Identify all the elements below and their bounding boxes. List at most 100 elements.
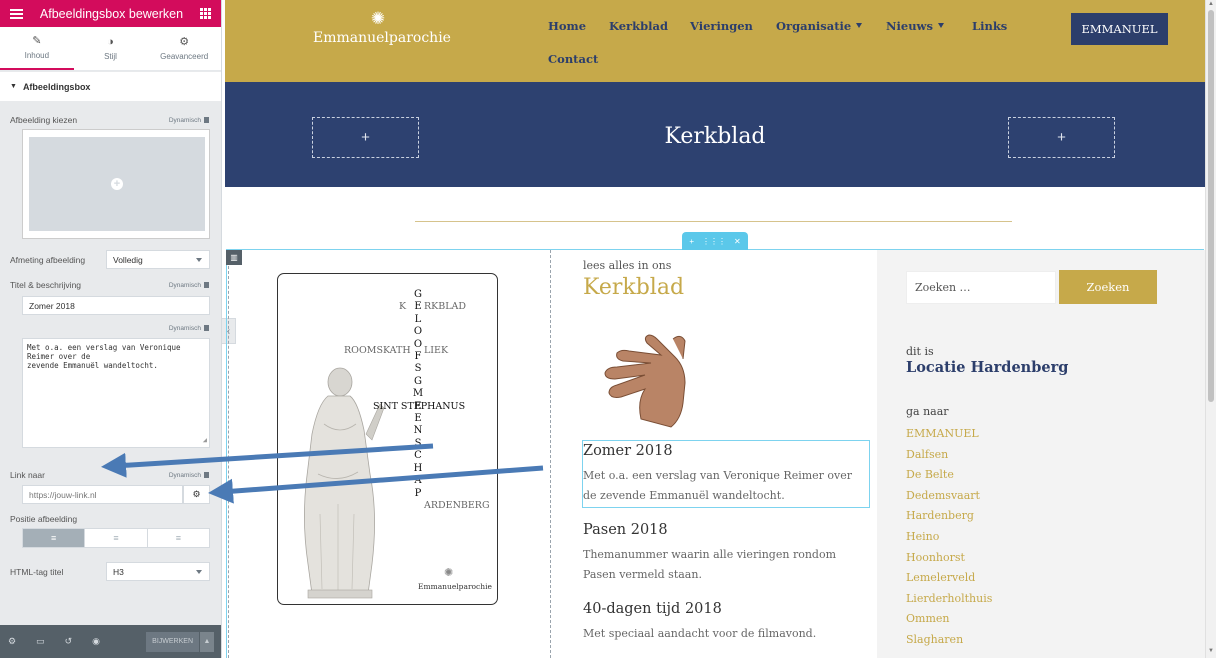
- post-title[interactable]: Zomer 2018: [583, 443, 673, 459]
- magazine-cover[interactable]: G E L O O F S G M E E N S C H A P K RKBL…: [277, 273, 498, 605]
- saint-statue-image: [304, 367, 385, 599]
- responsive-icon[interactable]: ▭: [36, 636, 45, 647]
- link-input[interactable]: https://jouw-link.nl: [22, 485, 183, 504]
- chevron-up-icon[interactable]: ▲: [200, 631, 214, 652]
- cover-word-hardenberg: ARDENBERG: [424, 500, 490, 511]
- image-position-label: Positie afbeelding: [10, 514, 78, 524]
- tab-inhoud[interactable]: ✎ Inhoud: [0, 27, 74, 70]
- post-text: Met speciaal aandacht voor de filmavond.: [583, 627, 817, 640]
- description-textarea[interactable]: Met o.a. een verslag van Veronique Reime…: [22, 338, 210, 448]
- scroll-thumb[interactable]: [1208, 10, 1214, 402]
- nav-organisatie[interactable]: Organisatie: [776, 19, 863, 33]
- nav-nieuws[interactable]: Nieuws: [886, 19, 944, 33]
- widgets-grid-icon[interactable]: [200, 8, 211, 19]
- sun-logo-icon: ✺: [444, 567, 454, 579]
- database-icon: [204, 117, 209, 123]
- pencil-icon: ✎: [32, 35, 42, 47]
- update-button[interactable]: BIJWERKEN: [146, 631, 199, 652]
- location-link[interactable]: Heino: [906, 527, 992, 548]
- letter: A: [414, 475, 422, 487]
- sun-logo-icon: ✺: [370, 9, 386, 29]
- nav-contact[interactable]: Contact: [548, 52, 598, 66]
- menu-icon[interactable]: [10, 8, 23, 19]
- nav-vieringen[interactable]: Vieringen: [690, 19, 753, 33]
- tab-label: Stijl: [104, 52, 117, 61]
- location-link[interactable]: Hoonhorst: [906, 548, 992, 569]
- link-placeholder: https://jouw-link.nl: [29, 489, 97, 500]
- location-link[interactable]: Dedemsvaart: [906, 486, 992, 507]
- site-logo[interactable]: ✺ Emmanuelparochie: [313, 9, 451, 46]
- location-link[interactable]: Hardenberg: [906, 506, 992, 527]
- location-link[interactable]: De Belte: [906, 465, 992, 486]
- align-top-button[interactable]: ≡: [84, 529, 147, 547]
- location-link[interactable]: Dalfsen: [906, 445, 992, 466]
- search-placeholder: Zoeken …: [915, 281, 971, 294]
- scroll-down-icon[interactable]: ▼: [1208, 648, 1214, 654]
- nav-links[interactable]: Links: [972, 19, 1007, 33]
- vertical-word: G E L O O F S G M E E N S C H A P: [412, 289, 424, 500]
- section-toggle-afbeeldingsbox[interactable]: ▼ Afbeeldingsbox: [0, 72, 221, 101]
- letter: F: [414, 351, 422, 363]
- nav-home[interactable]: Home: [548, 19, 586, 33]
- preview-eye-icon[interactable]: ◉: [92, 636, 100, 647]
- align-right-icon: ≡: [175, 533, 181, 543]
- html-tag-select[interactable]: H3: [106, 562, 210, 581]
- page-scrollbar[interactable]: ▲ ▼: [1205, 0, 1216, 658]
- intro-heading: Kerkblad: [583, 275, 685, 300]
- history-icon[interactable]: ↺: [65, 636, 73, 647]
- location-link[interactable]: Lierderholthuis: [906, 589, 992, 610]
- dynamic-tag-button[interactable]: Dynamisch: [169, 282, 209, 289]
- html-tag-label: HTML-tag titel: [10, 567, 64, 577]
- post-title[interactable]: Pasen 2018: [583, 522, 668, 538]
- add-element-dropzone-right[interactable]: +: [1008, 117, 1115, 158]
- search-input[interactable]: Zoeken …: [906, 271, 1056, 304]
- location-link[interactable]: Slagharen: [906, 630, 992, 651]
- letter: E: [414, 301, 422, 313]
- html-tag-value: H3: [113, 566, 124, 577]
- location-link[interactable]: Ommen: [906, 609, 992, 630]
- drag-handle-icon[interactable]: ⋮⋮⋮: [702, 237, 726, 246]
- tab-geavanceerd[interactable]: ⚙ Geavanceerd: [147, 27, 221, 70]
- post-title[interactable]: 40-dagen tijd 2018: [583, 601, 722, 617]
- dynamic-label: Dynamisch: [168, 325, 201, 332]
- plus-icon: +: [1057, 129, 1066, 146]
- link-options-button[interactable]: ⚙: [183, 485, 210, 504]
- location-link[interactable]: Lemelerveld: [906, 568, 992, 589]
- post-text: Met o.a. een verslag van Veronique Reime…: [583, 469, 853, 502]
- dynamic-tag-button[interactable]: Dynamisch: [169, 472, 209, 479]
- delete-section-icon[interactable]: ✕: [734, 237, 741, 246]
- dynamic-tag-button[interactable]: Dynamisch: [169, 117, 209, 124]
- gear-icon: ⚙: [179, 36, 190, 48]
- nav-label: Organisatie: [776, 19, 852, 33]
- contrast-icon: ◑: [107, 36, 114, 48]
- column-handle[interactable]: ▥: [226, 250, 242, 265]
- panel-header: Afbeeldingsbox bewerken: [0, 0, 221, 27]
- nav-kerkblad[interactable]: Kerkblad: [609, 19, 668, 33]
- logo-text: Emmanuelparochie: [313, 30, 451, 46]
- dynamic-tag-button[interactable]: Dynamisch: [169, 325, 209, 332]
- description-value: Met o.a. een verslag van Veronique Reime…: [27, 343, 181, 370]
- scroll-up-icon[interactable]: ▲: [1208, 1, 1214, 7]
- search-button[interactable]: Zoeken: [1059, 270, 1157, 304]
- caret-down-icon: [856, 23, 863, 28]
- settings-icon[interactable]: ⚙: [8, 636, 16, 647]
- letter: S: [414, 437, 422, 449]
- image-size-select[interactable]: Volledig: [106, 250, 210, 269]
- location-link[interactable]: EMMANUEL: [906, 424, 992, 445]
- align-top-icon: ≡: [113, 533, 119, 543]
- caret-down-icon: ▼: [10, 83, 17, 90]
- resize-grip-icon[interactable]: ◢: [203, 436, 207, 445]
- plus-circle-icon: +: [111, 178, 123, 190]
- panel-title: Afbeeldingsbox bewerken: [39, 6, 184, 21]
- cover-word-kerkblad: RKBLAD: [424, 301, 467, 312]
- emmanuel-button[interactable]: EMMANUEL: [1071, 13, 1168, 45]
- tab-stijl[interactable]: ◑ Stijl: [74, 27, 148, 70]
- align-right-button[interactable]: ≡: [146, 529, 209, 547]
- add-section-icon[interactable]: +: [689, 237, 694, 246]
- image-placeholder[interactable]: +: [29, 137, 205, 231]
- letter: E: [414, 413, 422, 425]
- align-left-button[interactable]: ≡: [23, 529, 85, 547]
- site-header: ✺ Emmanuelparochie Home Kerkblad Viering…: [225, 0, 1205, 82]
- image-chooser[interactable]: +: [22, 129, 210, 239]
- title-input[interactable]: Zomer 2018: [22, 296, 210, 315]
